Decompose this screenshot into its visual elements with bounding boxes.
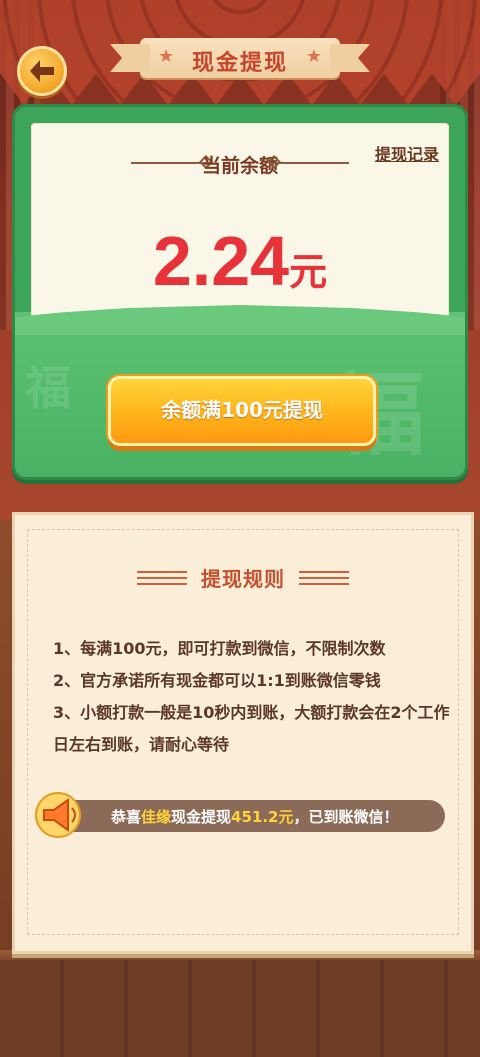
withdraw-ticker: 恭喜佳缘现金提现451.2元，已到账微信！ bbox=[37, 800, 445, 832]
megaphone-icon bbox=[35, 792, 81, 838]
rule-item: 2、官方承诺所有现金都可以1:1到账微信零钱 bbox=[53, 671, 381, 690]
fu-pattern: 福 bbox=[25, 361, 71, 415]
ticker-prefix: 恭喜 bbox=[111, 808, 142, 826]
ticker-suffix: ，已到账微信！ bbox=[293, 808, 399, 826]
withdraw-record-link[interactable]: 提现记录 bbox=[375, 141, 439, 165]
balance-paper: 当前余额 提现记录 2.24元 bbox=[31, 123, 449, 321]
amount-unit: 元 bbox=[289, 252, 328, 294]
divider bbox=[269, 162, 349, 164]
title-decoration bbox=[299, 571, 349, 585]
amount-value: 2.24 bbox=[152, 222, 290, 300]
withdraw-button[interactable]: 余额满100元提现 bbox=[108, 376, 376, 446]
rule-list: 1、每满100元，即可打款到微信，不限制次数 2、官方承诺所有现金都可以1:1到… bbox=[53, 633, 453, 761]
rules-panel: 提现规则 1、每满100元，即可打款到微信，不限制次数 2、官方承诺所有现金都可… bbox=[12, 512, 474, 954]
stage-floor bbox=[0, 960, 480, 1057]
star-icon: ★ bbox=[305, 46, 322, 67]
rules-title: 提现规则 bbox=[201, 567, 285, 591]
ticker-middle: 现金提现 bbox=[171, 808, 232, 826]
back-button[interactable] bbox=[17, 46, 67, 96]
balance-card: 福 福 福 当前余额 提现记录 2.24元 余额满100元提现 bbox=[12, 104, 468, 480]
ticker-text: 恭喜佳缘现金提现451.2元，已到账微信！ bbox=[111, 806, 399, 827]
rule-item: 3、小额打款一般是10秒内到账，大额打款会在2个工作日左右到账，请耐心等待 bbox=[53, 703, 450, 754]
back-arrow-icon bbox=[30, 60, 54, 82]
header: ★ 现金提现 ★ bbox=[0, 0, 480, 110]
balance-amount: 2.24元 bbox=[31, 221, 449, 301]
rule-item: 1、每满100元，即可打款到微信，不限制次数 bbox=[53, 639, 386, 658]
ticker-name: 佳缘 bbox=[141, 808, 172, 826]
ticker-amount: 451.2元 bbox=[231, 808, 294, 826]
title-plate: ★ 现金提现 ★ bbox=[140, 38, 340, 78]
